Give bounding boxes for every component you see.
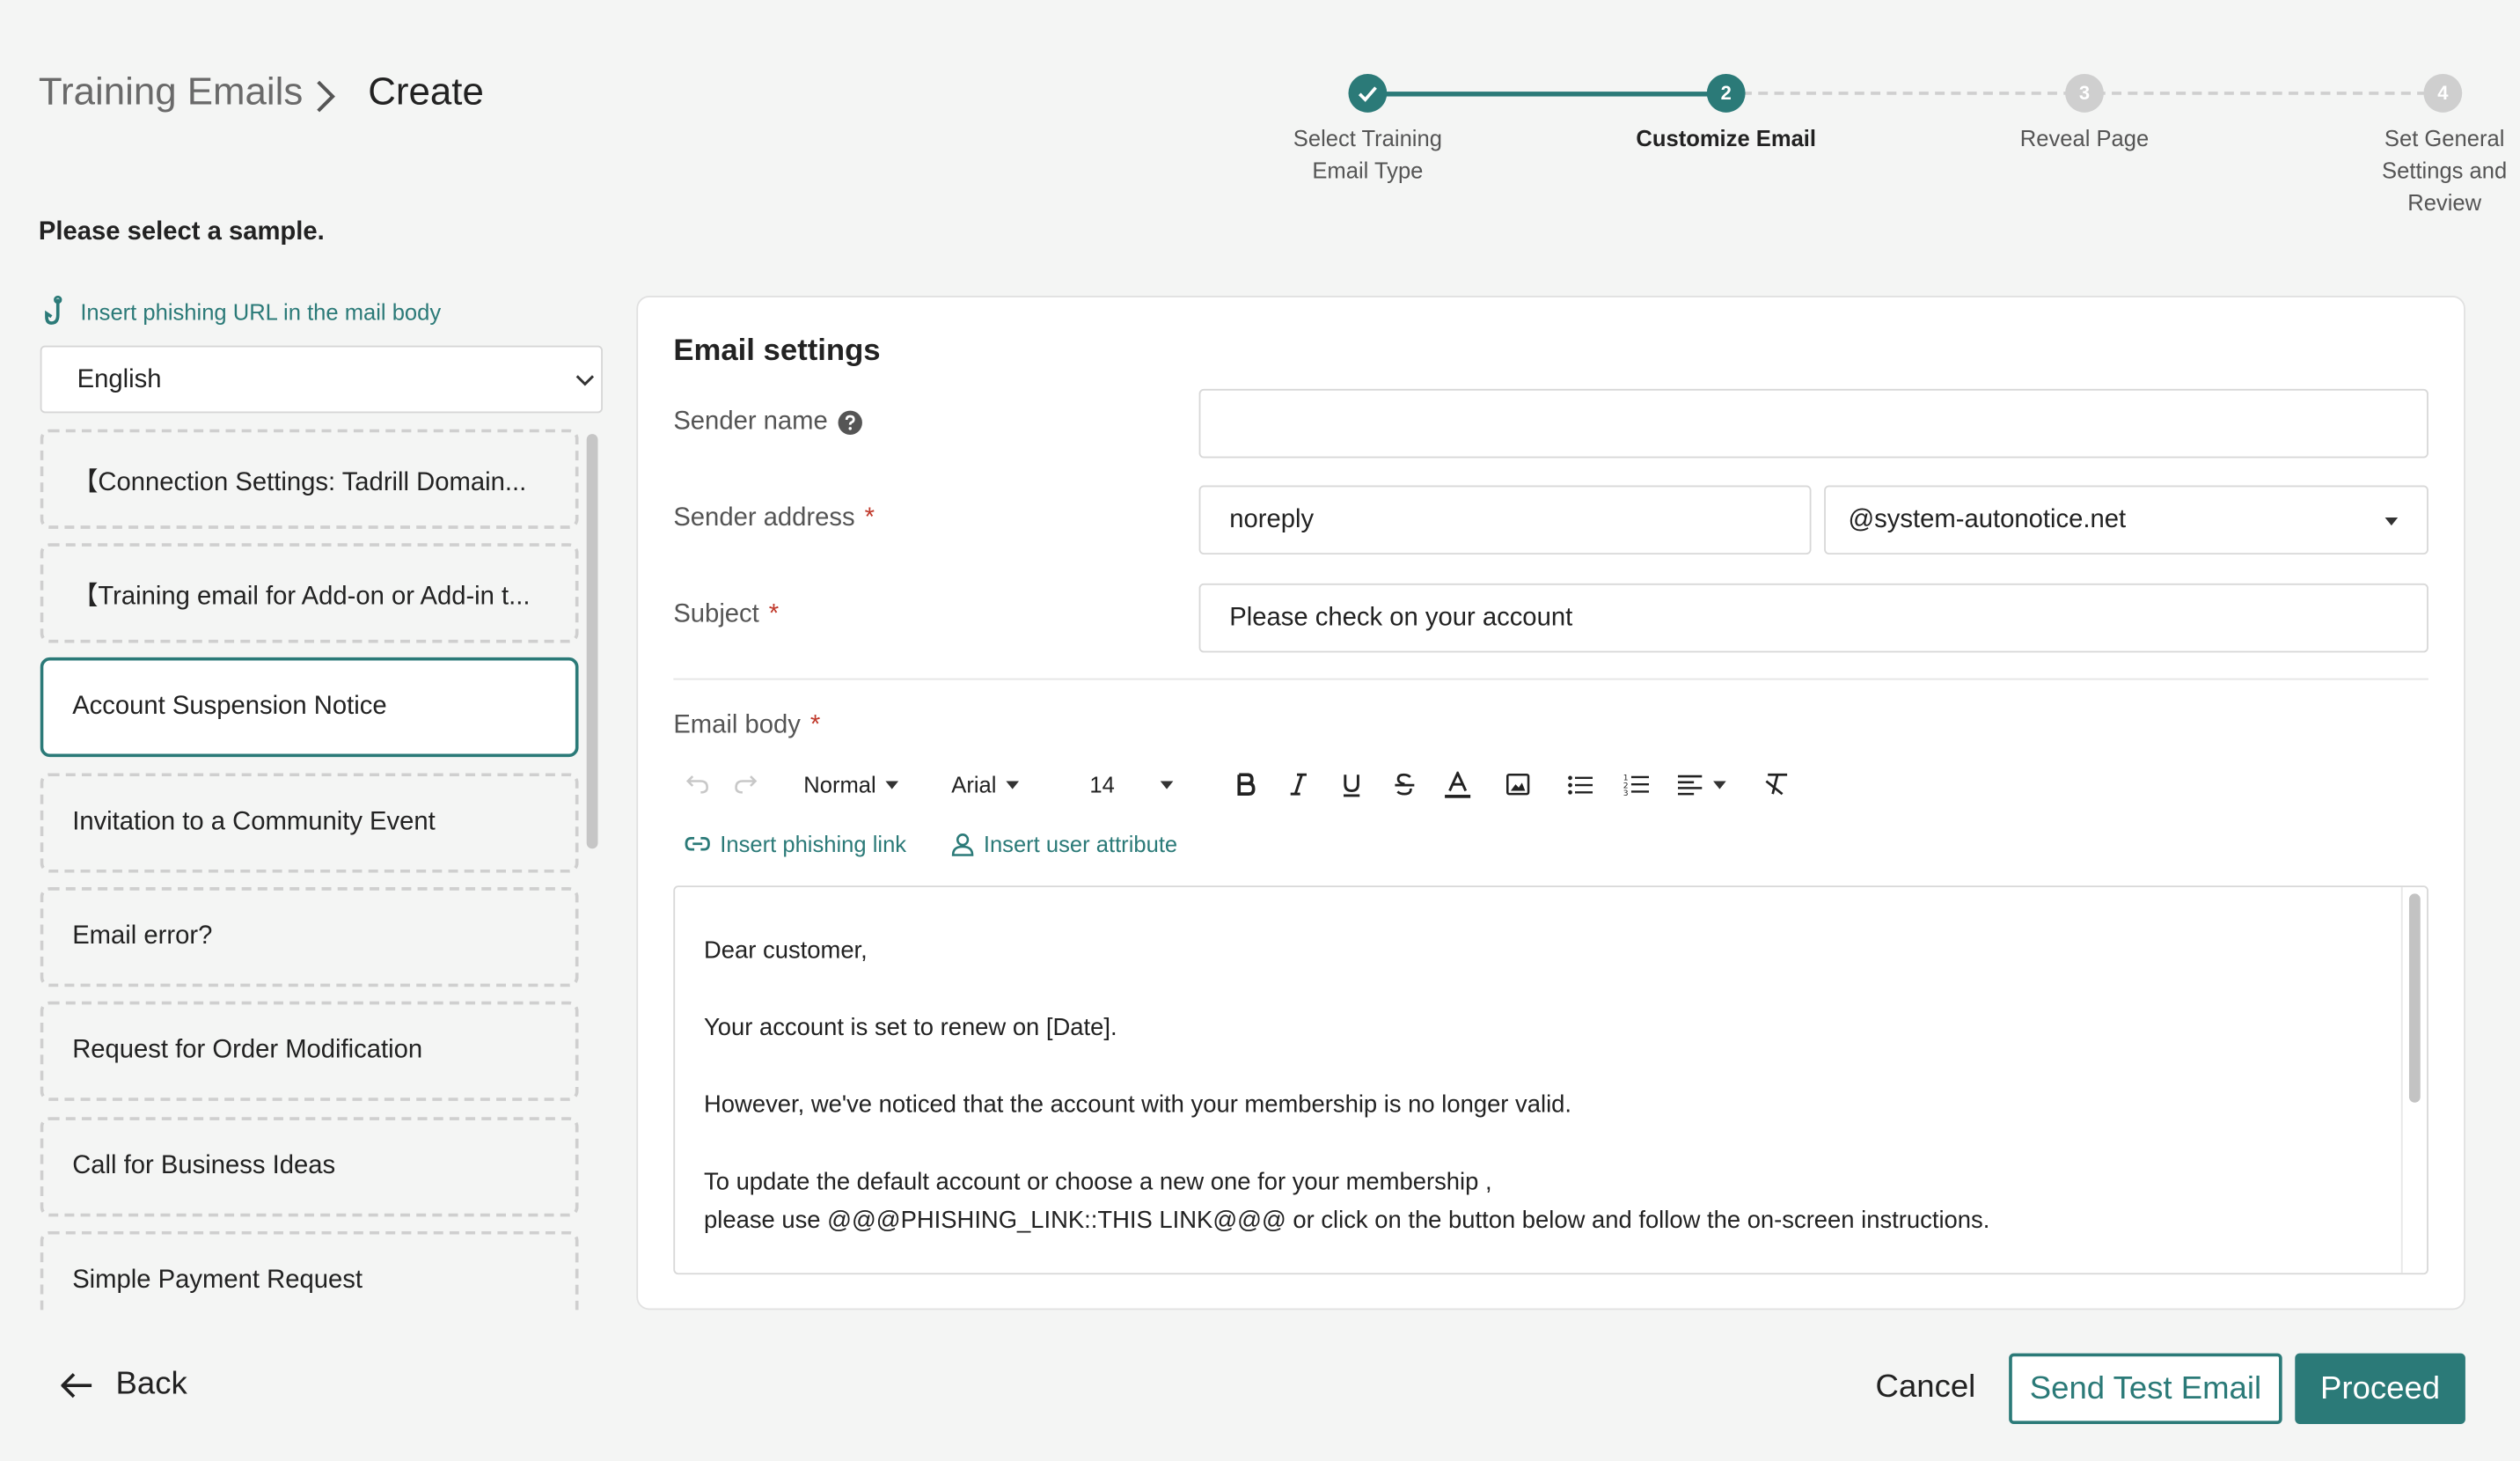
chevron-right-icon [317,80,335,113]
fishhook-icon [45,296,62,325]
sample-prompt: Please select a sample. [38,218,325,246]
help-icon[interactable] [838,410,863,436]
font-size-value: 14 [1089,771,1115,797]
back-button[interactable]: Back [61,1366,187,1403]
font-size-dropdown[interactable]: 14 [1089,772,1202,797]
caret-down-icon [1713,780,1726,789]
caret-down-icon [2384,518,2399,526]
bullet-list-icon[interactable] [1549,762,1610,807]
required-mark: * [768,600,780,629]
required-mark: * [809,711,821,740]
breadcrumb-training-emails[interactable]: Training Emails [39,70,303,115]
numbered-list-icon[interactable]: 123 [1610,762,1661,807]
sample-list: 【Connection Settings: Tadrill Domain... … [40,429,579,1310]
caret-down-icon [1159,780,1173,789]
sender-local-value: noreply [1229,506,1315,534]
editor-toolbar: Normal Arial 14 1 2 3 [673,762,1799,807]
list-item[interactable]: Simple Payment Request [40,1230,579,1310]
sender-address-label: Sender address * [673,504,875,533]
send-test-email-button[interactable]: Send Test Email [2009,1353,2282,1424]
paragraph-style-value: Normal [803,771,876,797]
step-4-label: Set General Settings and Review [2382,125,2508,216]
page-title: Create [368,70,484,114]
sender-name-input[interactable] [1198,388,2428,459]
link-icon [685,836,710,851]
editor-scrollbar[interactable] [2408,893,2421,1103]
insert-phishing-url-link[interactable]: Insert phishing URL in the mail body [41,296,441,328]
insert-user-attribute-label: Insert user attribute [983,831,1178,857]
sender-name-label: Sender name [673,408,863,437]
italic-icon[interactable] [1273,762,1324,807]
email-body-line: Dear customer, [704,936,868,965]
subject-input[interactable]: Please check on your account [1198,583,2428,653]
list-item[interactable]: 【Training email for Add-on or Add-in t..… [40,543,579,643]
step-1-check-icon [1348,74,1388,113]
email-body-line: please use @@@PHISHING_LINK::THIS LINK@@… [704,1207,1990,1235]
user-icon [951,833,974,855]
email-body-content: Dear customer, Your account is set to re… [704,932,1989,1241]
list-item[interactable]: 【Connection Settings: Tadrill Domain... [40,429,579,529]
insert-user-attribute-button[interactable]: Insert user attribute [951,831,1177,856]
caret-down-icon [1006,780,1020,789]
list-item[interactable]: Call for Business Ideas [40,1117,579,1217]
image-icon[interactable] [1485,762,1549,807]
align-left-icon [1677,774,1703,795]
caret-down-icon [885,780,899,789]
step-3-dot: 3 [2065,74,2104,113]
strikethrough-icon[interactable] [1379,762,1430,807]
undo-icon[interactable] [673,762,722,807]
email-body-line: Your account is set to renew on [Date]. [704,1014,1117,1042]
email-body-label: Email body * [673,712,820,741]
step-3-label: Reveal Page [2019,125,2150,151]
list-item[interactable]: Email error? [40,887,579,987]
required-mark: * [864,504,875,532]
font-family-dropdown[interactable]: Arial [951,772,1073,797]
redo-icon[interactable] [722,762,770,807]
subject-value: Please check on your account [1229,604,1573,632]
font-family-value: Arial [951,771,997,797]
email-body-editor[interactable]: Dear customer, Your account is set to re… [673,885,2428,1275]
cancel-button[interactable]: Cancel [1876,1369,1976,1406]
align-dropdown[interactable] [1677,774,1752,795]
email-body-line: To update the default account or choose … [704,1168,1492,1196]
step-2-label: Customize Email [1636,125,1817,151]
list-item-selected[interactable]: Account Suspension Notice [40,657,579,758]
insert-phishing-link-button[interactable]: Insert phishing link [685,831,906,856]
clear-format-icon[interactable] [1752,762,1800,807]
stepper-line-complete [1367,92,1726,97]
sender-domain-select[interactable]: @system-autonotice.net [1824,485,2428,555]
step-2-dot: 2 [1706,74,1746,113]
insert-phishing-url-label: Insert phishing URL in the mail body [80,298,442,325]
list-item[interactable]: Request for Order Modification [40,1001,579,1101]
language-value: English [77,366,162,394]
email-body-label-text: Email body [673,711,801,740]
step-4-dot: 4 [2423,74,2463,113]
sender-name-label-text: Sender name [673,407,828,436]
sample-list-scrollbar[interactable] [586,434,598,849]
bold-icon[interactable] [1219,762,1273,807]
sender-address-label-text: Sender address [673,504,855,532]
back-label: Back [115,1366,187,1402]
subject-label: Subject * [673,601,779,630]
language-select[interactable]: English [40,345,603,414]
email-settings-title: Email settings [673,334,881,369]
proceed-button[interactable]: Proceed [2295,1353,2465,1424]
divider [673,678,2428,680]
subject-label-text: Subject [673,600,759,629]
sender-domain-value: @system-autonotice.net [1848,506,2127,534]
font-color-icon[interactable] [1431,762,1485,807]
list-item[interactable]: Invitation to a Community Event [40,773,579,873]
email-body-line: However, we've noticed that the account … [704,1090,1572,1120]
step-1-label: Select Training Email Type [1293,125,1442,184]
chevron-down-icon [575,375,595,386]
svg-text:3: 3 [1623,789,1629,796]
paragraph-style-dropdown[interactable]: Normal [803,772,935,797]
arrow-left-icon [61,1372,92,1398]
sender-local-input[interactable]: noreply [1198,485,1812,555]
underline-icon[interactable] [1324,762,1379,807]
insert-phishing-link-label: Insert phishing link [720,831,907,857]
